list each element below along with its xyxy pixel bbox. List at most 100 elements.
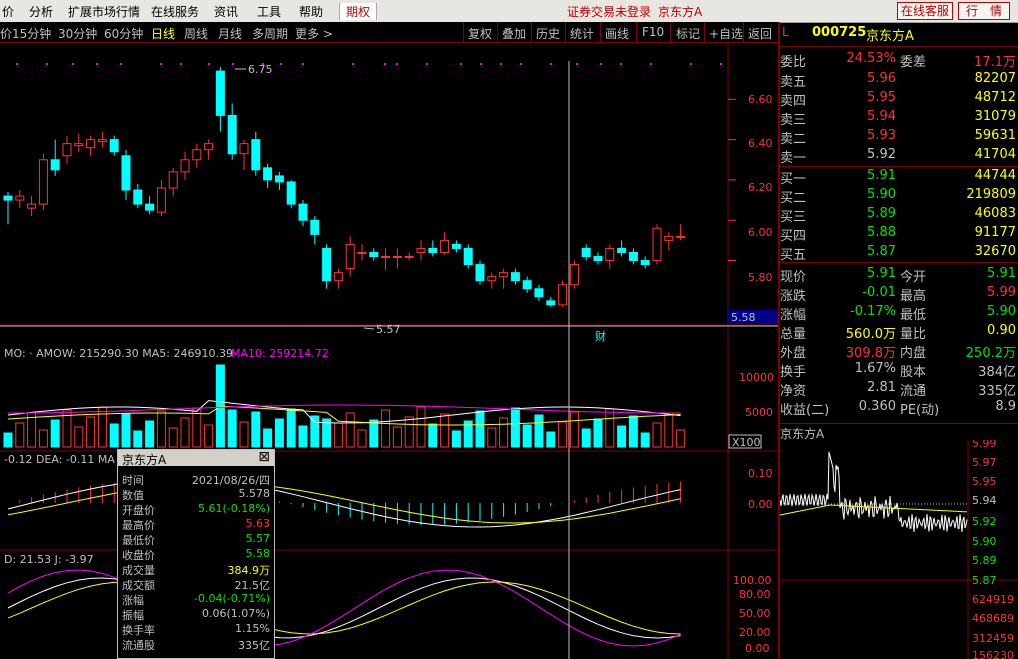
bid-level-row[interactable]: 买一 5.91 44744 [780,167,1018,187]
menu-item-analysis[interactable]: 分析 [29,3,53,20]
menu-item-options[interactable]: 期权 [339,3,378,20]
current-price-text: 5.58 [731,311,756,324]
tool-restore-rights[interactable]: 复权 [468,25,492,42]
financial-marker[interactable]: 财 [595,329,606,343]
kdj-tick: 20.00 [739,626,771,639]
event-dot [208,63,210,65]
ask-level-row[interactable]: 卖五 5.96 82207 [780,70,1018,90]
ask-price: 5.95 [867,90,896,105]
period-monthly[interactable]: 月线 [218,25,242,42]
menu-item-online-service[interactable]: 在线服务 [151,3,199,20]
bid-level-row[interactable]: 买五 5.87 32670 [780,243,1018,263]
candle-body [392,256,402,259]
ask-volume: 31079 [974,109,1016,124]
event-dot [500,63,502,65]
ask-level-row[interactable]: 卖二 5.93 59631 [780,127,1018,147]
period-tick[interactable]: 价 [0,25,12,42]
stat-value: -0.01 [862,285,896,300]
close-icon[interactable]: ⊠ [258,449,270,465]
volume-bar [392,426,402,448]
ask-label: 卖二 [780,132,807,147]
stat-row[interactable]: 涨跌 -0.01 最高 5.99 [780,284,1018,304]
stat-row[interactable]: 外盘 309.8万 内盘 250.2万 [780,341,1018,361]
volume-bar [546,431,556,448]
toolbar-divider [704,22,705,42]
volume-bar [381,409,391,448]
low-pointer [363,327,375,330]
menu-item-help[interactable]: 帮助 [299,3,323,20]
kdj-tick: 100.00 [733,574,772,587]
bid-price: 5.87 [867,244,896,259]
candle-body [676,235,686,238]
bid-volume: 91177 [974,225,1016,240]
period-30min[interactable]: 30分钟 [58,25,97,42]
candle-body [333,272,343,282]
popup-value: 5.63 [245,517,271,530]
candle-body [192,149,202,161]
volume-bar [204,424,214,448]
menu-item-price[interactable]: 价 [2,3,14,20]
tool-back[interactable]: 返回 [748,25,772,42]
mini-intraday-chart[interactable]: 5.99 5.97 5.95 5.94 5.92 5.90 5.89 5.87 … [780,440,1018,659]
tool-overlay[interactable]: 叠加 [502,25,526,42]
volume-ma20-line [8,404,681,414]
menu-item-news[interactable]: 资讯 [214,3,238,20]
candle-body [227,114,237,155]
candle-body [546,300,556,306]
bid-level-row[interactable]: 买三 5.89 46083 [780,205,1018,225]
popup-value: 5.61(-0.18%) [198,502,270,515]
stat-label: 最低 [900,308,927,323]
price-tick: 6.60 [748,93,773,106]
toolbar-divider [600,22,601,42]
period-multi[interactable]: 多周期 [252,25,288,42]
quote-button[interactable]: 行 情 [958,2,1010,20]
tool-draw-line[interactable]: 画线 [605,25,629,42]
volume-bar [239,421,249,448]
bid-level-row[interactable]: 买二 5.90 219809 [780,186,1018,206]
bid-level-row[interactable]: 买四 5.88 91177 [780,224,1018,244]
menu-item-tools[interactable]: 工具 [257,3,281,20]
period-more[interactable]: 更多 > [295,25,333,42]
tool-f10[interactable]: F10 [642,25,664,39]
ask-level-row[interactable]: 卖三 5.94 31079 [780,108,1018,128]
ask-price: 5.93 [867,128,896,143]
stat-value: 5.91 [987,266,1016,281]
ask-level-row[interactable]: 卖一 5.92 41704 [780,146,1018,166]
tool-add-watchlist[interactable]: +自选 [709,25,743,42]
ask-level-row[interactable]: 卖四 5.95 48712 [780,89,1018,109]
online-support-button[interactable]: 在线客服 [897,2,953,20]
event-dots [16,63,722,65]
stat-row[interactable]: 总量 560.0万 量比 0.90 [780,322,1018,342]
stat-row[interactable]: 收益(二) 0.360 PE(动) 8.9 [780,398,1018,418]
tool-statistics[interactable]: 统计 [570,25,594,42]
stat-label: 换手 [780,365,807,380]
period-60min[interactable]: 60分钟 [104,25,143,42]
stat-row[interactable]: 净资 2.81 流通 335亿 [780,379,1018,399]
volume-bar [310,415,320,448]
tool-history[interactable]: 历史 [536,25,560,42]
candle-body [86,139,96,149]
stat-label: 流通 [900,384,927,399]
menu-item-extended-market[interactable]: 扩展市场行情 [68,3,140,20]
stat-label: 内盘 [900,346,927,361]
candle-body [109,139,119,153]
stat-row[interactable]: 现价 5.91 今开 5.91 [780,265,1018,285]
title-stock-name: 京东方A [658,5,703,19]
stat-label: 现价 [780,270,807,285]
period-weekly[interactable]: 周线 [184,25,208,42]
login-status[interactable]: 证券交易未登录 [567,3,651,20]
candle-body [558,284,568,306]
period-15min[interactable]: 15分钟 [12,25,51,42]
candle-body [3,195,13,201]
volume-bar [38,429,48,448]
candle-info-popup[interactable]: 京东方A ⊠ 时间 2021/08/26/四 数值 5.578 开盘价 5.61(-0.1… [117,449,275,659]
macd-diff-line [7,478,681,528]
tool-mark[interactable]: 标记 [676,25,700,42]
popup-value: 1.15% [235,622,270,635]
period-daily[interactable]: 日线 [151,25,175,42]
stat-row[interactable]: 换手 1.67% 股本 384亿 [780,360,1018,380]
volume-bar [522,424,532,448]
candle-body [475,264,485,282]
weibi-row: 委比 24.53% 委差 17.1万 [780,50,1018,70]
stat-row[interactable]: 涨幅 -0.17% 最低 5.90 [780,303,1018,323]
